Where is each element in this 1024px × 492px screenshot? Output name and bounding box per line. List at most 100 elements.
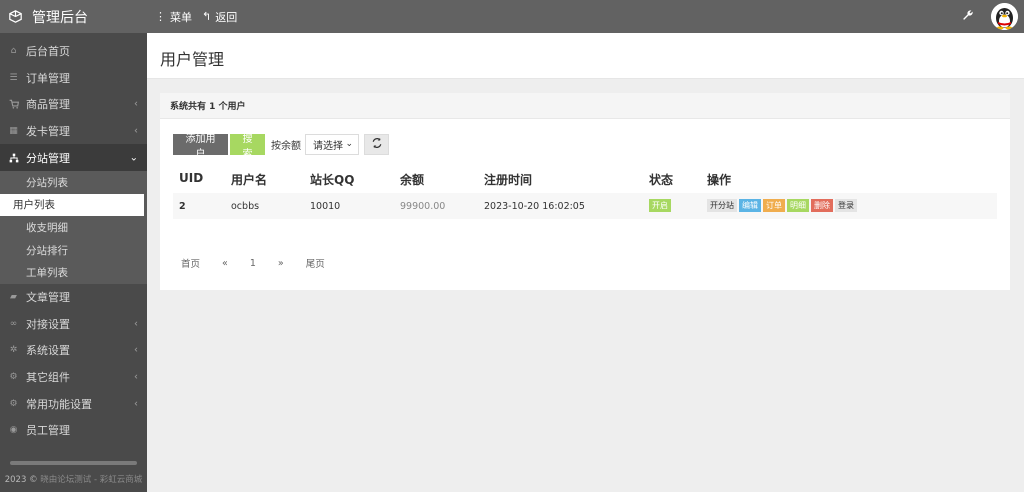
- sidebar-item-label: 员工管理: [26, 424, 70, 438]
- pagination: 首页 « 1 » 尾页: [181, 256, 347, 271]
- sub-item-user-list[interactable]: 用户列表: [0, 193, 144, 217]
- pagination-next[interactable]: »: [278, 258, 284, 269]
- sidebar-item-docking[interactable]: ∞ 对接设置 ‹: [0, 311, 147, 338]
- column-header-qq: 站长QQ: [310, 173, 355, 187]
- sidebar-scrollbar[interactable]: [10, 461, 137, 465]
- chevron-left-icon: ‹: [134, 98, 138, 110]
- cell-uid: 2: [179, 201, 186, 212]
- cell-actions: 开分站 编辑 订单 明细 删除 登录: [707, 199, 859, 212]
- sidebar-item-orders[interactable]: ☰ 订单管理: [0, 65, 147, 92]
- sidebar-item-label: 系统设置: [26, 344, 70, 358]
- avatar[interactable]: [991, 3, 1018, 30]
- ellipsis-vertical-icon: ⋮: [155, 10, 166, 23]
- sidebar-footer: 2023 © 晓由论坛测试 - 彩虹云商城: [0, 473, 147, 485]
- cogs-icon: ⚙: [9, 398, 18, 409]
- pagination-prev[interactable]: «: [222, 258, 228, 269]
- back-label: 返回: [215, 10, 238, 24]
- page-header: 用户管理: [147, 33, 1024, 79]
- sidebar-item-substations[interactable]: 分站管理 ⌄: [0, 144, 147, 171]
- sidebar-item-label: 文章管理: [26, 291, 70, 305]
- sort-select[interactable]: 请选择 ⌄: [305, 134, 359, 155]
- sidebar-item-label: 后台首页: [26, 45, 70, 59]
- sidebar: ⌂ 后台首页 ☰ 订单管理 商品管理 ‹ ▦ 发卡管理 ‹ 分站管理 ⌄ 分站列…: [0, 33, 147, 492]
- footer-link[interactable]: 彩虹云商城: [100, 475, 143, 485]
- status-badge[interactable]: 开启: [649, 199, 671, 212]
- page-title: 用户管理: [160, 50, 225, 69]
- user-icon: ◉: [9, 425, 18, 436]
- pagination-last[interactable]: 尾页: [306, 256, 325, 270]
- sort-select-value: 请选择: [313, 141, 343, 152]
- cell-username: ocbbs: [231, 201, 260, 212]
- link-icon: ∞: [9, 318, 18, 329]
- column-header-balance: 余额: [400, 173, 425, 187]
- sub-item-ticket-list[interactable]: 工单列表: [0, 261, 147, 284]
- cogs-icon: ⚙: [9, 372, 18, 383]
- sub-item-substation-rank[interactable]: 分站排行: [0, 239, 147, 262]
- cell-balance: 99900.00: [400, 201, 446, 212]
- menu-label: 菜单: [170, 10, 192, 24]
- book-icon: ▰: [10, 292, 17, 303]
- sidebar-item-common-settings[interactable]: ⚙ 常用功能设置 ‹: [0, 390, 147, 417]
- gear-icon: ✲: [9, 345, 18, 356]
- chevron-left-icon: ‹: [134, 344, 138, 356]
- home-icon: ⌂: [10, 46, 17, 57]
- chevron-left-icon: ‹: [134, 398, 138, 410]
- column-header-uid: UID: [179, 171, 204, 185]
- footer-year: 2023: [4, 475, 27, 485]
- cell-status: 开启: [649, 199, 673, 212]
- submenu: 分站列表 用户列表 收支明细 分站排行 工单列表: [0, 170, 147, 284]
- details-button[interactable]: 明细: [787, 199, 809, 212]
- brand-title: 管理后台: [32, 9, 88, 26]
- back-link[interactable]: ↰ 返回: [202, 9, 237, 25]
- open-substation-button[interactable]: 开分站: [707, 199, 737, 212]
- sidebar-item-home[interactable]: ⌂ 后台首页: [0, 38, 147, 65]
- panel-heading: 系统共有 1 个用户: [160, 93, 1010, 119]
- sidebar-item-label: 订单管理: [26, 71, 70, 85]
- table-header: UID 用户名 站长QQ 余额 注册时间 状态 操作: [173, 164, 997, 193]
- column-header-actions: 操作: [707, 173, 732, 187]
- delete-button[interactable]: 删除: [811, 199, 833, 212]
- column-header-status: 状态: [649, 173, 674, 187]
- edit-button[interactable]: 编辑: [739, 199, 761, 212]
- sidebar-item-label: 对接设置: [26, 317, 70, 331]
- grid-icon: ▦: [9, 126, 18, 137]
- sitemap-icon: [8, 152, 19, 163]
- chevron-left-icon: ‹: [134, 125, 138, 137]
- sidebar-item-system[interactable]: ✲ 系统设置 ‹: [0, 337, 147, 364]
- brand[interactable]: 管理后台: [0, 0, 147, 33]
- table-row: 2 ocbbs 10010 99900.00 2023-10-20 16:02:…: [173, 193, 997, 219]
- chevron-left-icon: ‹: [134, 371, 138, 383]
- sidebar-item-articles[interactable]: ▰ 文章管理: [0, 284, 147, 311]
- sidebar-item-label: 商品管理: [26, 98, 70, 112]
- chevron-left-icon: ‹: [134, 318, 138, 330]
- chevron-down-icon: ⌄: [345, 139, 353, 149]
- sidebar-item-label: 发卡管理: [26, 125, 70, 139]
- sort-label: 按余额: [271, 141, 301, 152]
- wrench-icon[interactable]: [962, 9, 976, 23]
- sidebar-item-staff[interactable]: ◉ 员工管理: [0, 417, 147, 444]
- sub-item-income-detail[interactable]: 收支明细: [0, 216, 147, 239]
- copyright-icon: ©: [29, 475, 38, 485]
- sidebar-item-cards[interactable]: ▦ 发卡管理 ‹: [0, 118, 147, 145]
- add-user-button[interactable]: 添加用户: [173, 134, 228, 160]
- login-button[interactable]: 登录: [835, 199, 857, 212]
- pagination-page-1[interactable]: 1: [250, 258, 256, 269]
- refresh-button[interactable]: [364, 134, 389, 155]
- sidebar-item-label: 其它组件: [26, 371, 70, 385]
- sidebar-item-label: 分站管理: [26, 151, 70, 165]
- search-button[interactable]: 搜索: [230, 134, 265, 160]
- pagination-first[interactable]: 首页: [181, 256, 200, 270]
- sidebar-item-products[interactable]: 商品管理 ‹: [0, 91, 147, 118]
- column-header-username: 用户名: [231, 173, 268, 187]
- sidebar-item-components[interactable]: ⚙ 其它组件 ‹: [0, 364, 147, 391]
- users-panel: 系统共有 1 个用户 添加用户 搜索 按余额 请选择 ⌄ UID 用户名 站长Q…: [160, 93, 1010, 290]
- menu-toggle[interactable]: ⋮ 菜单: [155, 9, 192, 25]
- footer-gray-text: 晓由论坛测试 -: [40, 475, 100, 485]
- sidebar-item-label: 常用功能设置: [26, 397, 92, 411]
- cell-reg-time: 2023-10-20 16:02:05: [484, 201, 585, 212]
- cart-icon: [8, 99, 19, 110]
- cube-icon: [8, 10, 22, 24]
- top-bar: 管理后台 ⋮ 菜单 ↰ 返回: [0, 0, 1024, 33]
- orders-button[interactable]: 订单: [763, 199, 785, 212]
- sub-item-substation-list[interactable]: 分站列表: [0, 171, 147, 194]
